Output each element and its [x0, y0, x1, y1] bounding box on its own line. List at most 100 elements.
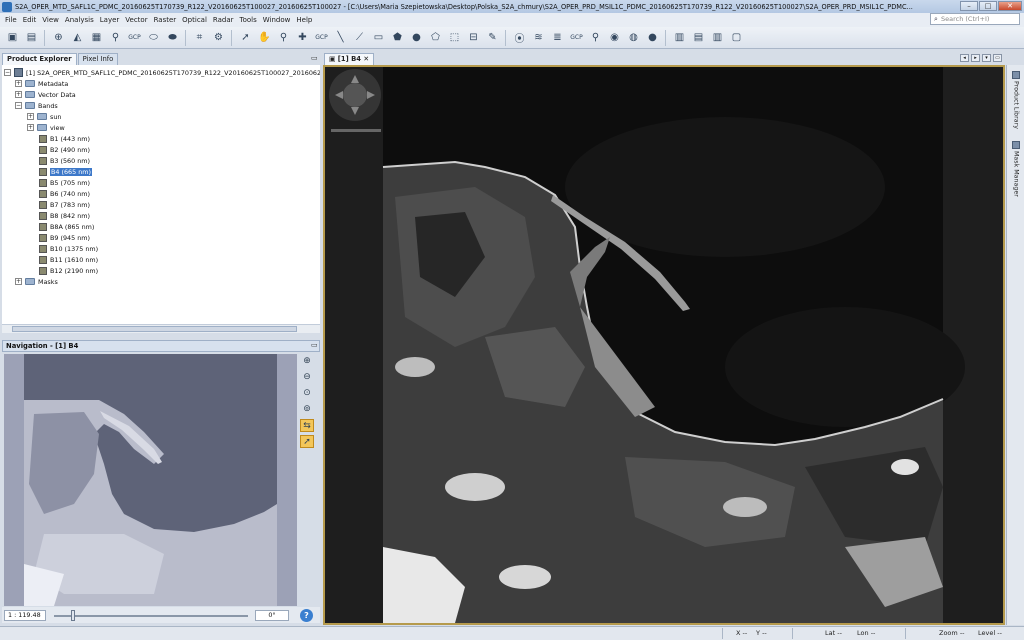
tree-row-masks[interactable]: + Masks [15, 276, 58, 287]
settings-icon[interactable]: ⚙ [210, 29, 227, 46]
tree-row-band[interactable]: B7 (783 nm) [39, 199, 90, 210]
tree-row-sun[interactable]: + sun [27, 111, 61, 122]
zoom-out-icon[interactable]: ⊖ [300, 371, 314, 384]
search-input[interactable]: ⌕ Search (Ctrl+I) [930, 13, 1020, 25]
menu-vector[interactable]: Vector [122, 16, 150, 24]
scale-field[interactable]: 1 : 119.48 [4, 610, 46, 621]
tree-row-band[interactable]: B8 (842 nm) [39, 210, 90, 221]
minimize-panel-icon[interactable]: ▭ [311, 341, 318, 349]
menu-file[interactable]: File [2, 16, 20, 24]
navigation-overview[interactable] [4, 354, 297, 606]
edit-icon[interactable]: ✎ [484, 29, 501, 46]
zoom-in-icon[interactable]: ⊕ [300, 355, 314, 368]
expand-icon[interactable]: + [15, 80, 22, 87]
statistics-icon[interactable]: ≋ [530, 29, 547, 46]
tile-single-icon[interactable]: ▢ [728, 29, 745, 46]
tab-product-library[interactable]: Product Library [1009, 71, 1023, 129]
menu-optical[interactable]: Optical [179, 16, 210, 24]
histogram-icon[interactable]: ▦ [88, 29, 105, 46]
eye-icon[interactable]: ◉ [606, 29, 623, 46]
tree-row-band[interactable]: B8A (865 nm) [39, 221, 94, 232]
select-tool-icon[interactable]: ➚ [237, 29, 254, 46]
tab-image-view-b4[interactable]: ▣ [1] B4 ✕ [324, 53, 375, 65]
mask-icon[interactable]: ⬭ [145, 29, 162, 46]
help-button[interactable]: ? [300, 609, 313, 622]
tree-row-band[interactable]: B2 (490 nm) [39, 144, 90, 155]
menu-tools[interactable]: Tools [237, 16, 260, 24]
menu-window[interactable]: Window [260, 16, 294, 24]
tree-row-metadata[interactable]: + Metadata [15, 78, 68, 89]
tree-row-band[interactable]: B6 (740 nm) [39, 188, 90, 199]
minimize-panel-icon[interactable]: ▭ [311, 54, 318, 62]
expand-icon[interactable]: + [15, 91, 22, 98]
sync-views-icon[interactable]: ⇆ [300, 419, 314, 432]
scrollbar-thumb[interactable] [12, 326, 297, 332]
polygon-tool-icon[interactable]: ⬟ [389, 29, 406, 46]
pin-icon[interactable]: ⚲ [107, 29, 124, 46]
rectangle-tool-icon[interactable]: ▭ [370, 29, 387, 46]
world-view-icon[interactable]: ⚲ [587, 29, 604, 46]
pan-tool-icon[interactable]: ✋ [256, 29, 273, 46]
view-menu-icon[interactable]: ▾ [982, 54, 991, 62]
range-finder-icon[interactable]: ⬚ [446, 29, 463, 46]
tree-row-band[interactable]: B10 (1375 nm) [39, 243, 98, 254]
tree-row-band[interactable]: B3 (560 nm) [39, 155, 90, 166]
band-maths-icon[interactable]: ⊕ [50, 29, 67, 46]
scroll-right-icon[interactable]: ▸ [971, 54, 980, 62]
zoom-tool-icon[interactable]: ⚲ [275, 29, 292, 46]
pin-tool-icon[interactable]: ✚ [294, 29, 311, 46]
close-tab-icon[interactable]: ✕ [361, 55, 369, 63]
zoom-slider-thumb[interactable] [71, 610, 75, 621]
zoom-slider-track[interactable] [54, 615, 248, 617]
pixel-info-icon[interactable]: ⦿ [511, 29, 528, 46]
graph-builder-icon[interactable]: ⌗ [191, 29, 208, 46]
tree-row-band[interactable]: B12 (2190 nm) [39, 265, 98, 276]
gcp-tool-icon[interactable]: GCP [313, 29, 330, 46]
polyline-tool-icon[interactable]: ⟋ [351, 29, 368, 46]
tree-row-band[interactable]: B11 (1610 nm) [39, 254, 98, 265]
tree-row-product[interactable]: − [1] S2A_OPER_MTD_SAFL1C_PDMC_20160625T… [4, 67, 320, 78]
tree-row-view[interactable]: + view [27, 122, 65, 133]
line-tool-icon[interactable]: ╲ [332, 29, 349, 46]
tile-horizontal-icon[interactable]: ▤ [690, 29, 707, 46]
close-button[interactable]: ✕ [998, 1, 1022, 11]
zoom-all-icon[interactable]: ⊚ [300, 403, 314, 416]
tab-mask-manager[interactable]: Mask Manager [1009, 141, 1023, 197]
batch-icon[interactable]: ⬬ [164, 29, 181, 46]
zoom-actual-icon[interactable]: ⊙ [300, 387, 314, 400]
tree-row-band[interactable]: B5 (705 nm) [39, 177, 90, 188]
magic-wand-icon[interactable]: ⬠ [427, 29, 444, 46]
world-map-icon[interactable]: ◍ [625, 29, 642, 46]
tab-pixel-info[interactable]: Pixel Info [77, 53, 119, 65]
expand-icon[interactable]: + [27, 124, 34, 131]
menu-view[interactable]: View [39, 16, 62, 24]
expand-icon[interactable]: + [15, 278, 22, 285]
menu-radar[interactable]: Radar [210, 16, 237, 24]
menu-raster[interactable]: Raster [151, 16, 180, 24]
tile-vertical-icon[interactable]: ▥ [709, 29, 726, 46]
measure-icon[interactable]: ⊟ [465, 29, 482, 46]
tree-row-band[interactable]: B9 (945 nm) [39, 232, 90, 243]
maximize-button[interactable]: □ [979, 1, 997, 11]
minimize-button[interactable]: – [960, 1, 978, 11]
menu-layer[interactable]: Layer [97, 16, 123, 24]
gcp-icon[interactable]: GCP [126, 29, 143, 46]
menu-help[interactable]: Help [293, 16, 315, 24]
tree-row-band-selected[interactable]: B4 (665 nm) [39, 166, 92, 177]
tree-row-bands[interactable]: − Bands [15, 100, 58, 111]
new-product-icon[interactable]: ▣ [4, 29, 21, 46]
sync-cursor-icon[interactable]: ➚ [300, 435, 314, 448]
gcp-manager-icon[interactable]: GCP [568, 29, 585, 46]
maximize-view-icon[interactable]: ▭ [993, 54, 1002, 62]
globe-icon[interactable]: ● [644, 29, 661, 46]
horizontal-scrollbar[interactable] [2, 324, 320, 333]
rotation-angle-field[interactable]: 0° [255, 610, 289, 621]
spectrum-icon[interactable]: ◭ [69, 29, 86, 46]
open-product-icon[interactable]: ▤ [23, 29, 40, 46]
layer-manager-icon[interactable]: ≣ [549, 29, 566, 46]
expand-icon[interactable]: + [27, 113, 34, 120]
tree-row-vector-data[interactable]: + Vector Data [15, 89, 76, 100]
tab-product-explorer[interactable]: Product Explorer [2, 53, 77, 65]
menu-edit[interactable]: Edit [20, 16, 40, 24]
menu-analysis[interactable]: Analysis [62, 16, 97, 24]
